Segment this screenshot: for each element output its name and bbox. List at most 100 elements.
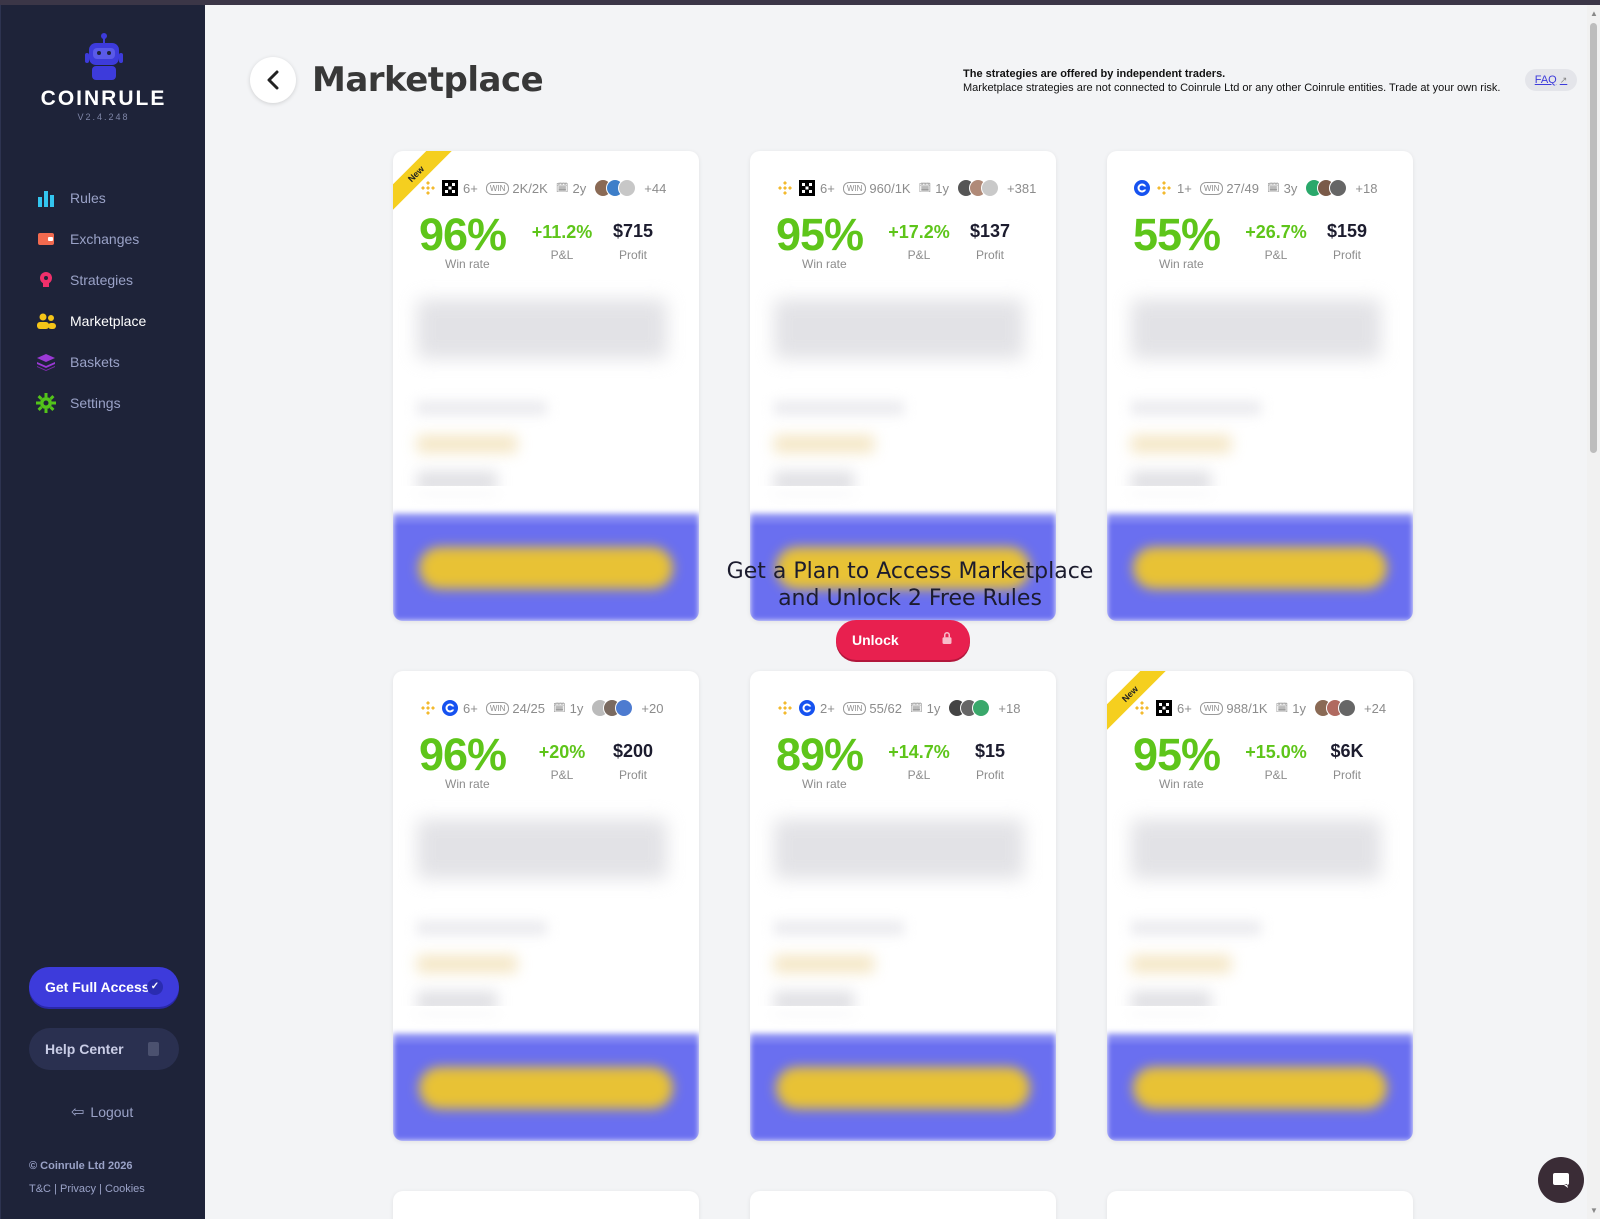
strategy-card[interactable]: 6+ WIN 24/25 🗓 1y +20 96% Win rate +20% P&L $200 Pr… <box>393 671 699 1141</box>
unlock-button[interactable]: Unlock <box>836 620 970 660</box>
strategy-card[interactable]: 6+ WIN 960/1K 🗓 1y +381 95% Win rate +17.2% P&L $1… <box>750 151 1056 621</box>
profit-label: Profit <box>1332 768 1361 782</box>
blurred-detail <box>1131 401 1261 415</box>
strategy-card-stub <box>750 1191 1056 1219</box>
logo[interactable]: COINRULE V2.4.248 <box>1 33 206 122</box>
wallet-icon <box>35 228 57 250</box>
back-button[interactable] <box>250 57 296 103</box>
follower-avatars <box>1305 179 1348 197</box>
terms-link[interactable]: T&C <box>29 1183 51 1195</box>
help-center-label: Help Center <box>45 1041 124 1057</box>
blurred-detail <box>774 401 904 415</box>
win-rate-label: Win rate <box>802 777 847 791</box>
faq-label: FAQ <box>1534 74 1557 86</box>
blurred-detail <box>417 955 517 973</box>
okx-icon <box>798 179 816 197</box>
coin-count: 6+ <box>820 180 835 196</box>
win-rate-label: Win rate <box>445 777 490 791</box>
calendar-icon: 🗓 <box>1275 702 1289 714</box>
calendar-icon: 🗓 <box>909 702 923 714</box>
sidebar-item-settings[interactable]: Settings <box>1 382 206 423</box>
card-meta: 1+ WIN 27/49 🗓 3y +18 <box>1133 179 1385 197</box>
card-fade <box>750 1006 1056 1046</box>
blurred-detail <box>417 435 517 453</box>
blurred-card-footer <box>393 1033 699 1141</box>
pnl-value: +20% <box>538 742 586 762</box>
win-rate-value: 95% <box>776 209 864 260</box>
sidebar-item-marketplace[interactable]: Marketplace <box>1 300 206 341</box>
strategy-age: 1y <box>926 700 941 716</box>
win-rate-label: Win rate <box>802 257 847 271</box>
binance-icon <box>776 179 794 197</box>
win-badge: WIN <box>842 701 867 715</box>
wins-ratio: 27/49 <box>1226 180 1259 196</box>
blurred-action-button <box>1133 547 1387 589</box>
sidebar-item-label: Strategies <box>70 271 134 288</box>
win-rate-value: 96% <box>419 729 507 780</box>
strategy-age: 1y <box>1292 700 1307 716</box>
card-meta: 6+ WIN 2K/2K 🗓 2y +44 <box>419 179 674 197</box>
binance-icon <box>1133 699 1151 717</box>
win-rate-label: Win rate <box>1159 777 1204 791</box>
card-fade <box>393 486 699 526</box>
blurred-card-footer <box>750 1033 1056 1141</box>
strategy-card-stub <box>393 1191 699 1219</box>
coinbase-icon <box>1133 179 1151 197</box>
blurred-card-footer <box>393 513 699 621</box>
profit-label: Profit <box>1332 248 1361 262</box>
unlock-label: Unlock <box>852 632 899 648</box>
bar-chart-icon <box>35 187 57 209</box>
win-rate-value: 55% <box>1133 209 1221 260</box>
blurred-action-button <box>776 1067 1030 1109</box>
disclaimer-text: Marketplace strategies are not connected… <box>963 82 1501 94</box>
avatar <box>615 699 634 717</box>
sidebar-item-baskets[interactable]: Baskets <box>1 341 206 382</box>
help-center-button[interactable]: Help Center <box>29 1028 179 1070</box>
blurred-detail <box>417 921 547 935</box>
scroll-up-icon[interactable]: ▲ <box>1590 9 1598 18</box>
brand-name: COINRULE <box>40 87 167 110</box>
scroll-down-icon[interactable]: ▼ <box>1590 1206 1598 1215</box>
binance-icon <box>1155 179 1173 197</box>
card-fade <box>1107 486 1413 526</box>
blurred-description <box>417 819 667 879</box>
okx-icon <box>441 179 459 197</box>
sidebar-item-exchanges[interactable]: Exchanges <box>1 218 206 259</box>
strategy-age: 2y <box>572 180 587 196</box>
strategy-age: 3y <box>1283 180 1298 196</box>
profit-value: $6K <box>1330 741 1364 761</box>
strategy-card[interactable]: 1+ WIN 27/49 🗓 3y +18 55% Win rate +26.7% P&L $159… <box>1107 151 1413 621</box>
binance-icon <box>419 179 437 197</box>
card-meta: 6+ WIN 24/25 🗓 1y +20 <box>419 699 671 717</box>
scrollbar-thumb[interactable] <box>1590 23 1597 453</box>
privacy-link[interactable]: Privacy <box>60 1183 96 1195</box>
follower-count: +20 <box>641 700 664 716</box>
blurred-action-button <box>419 547 673 589</box>
win-badge: WIN <box>842 181 867 195</box>
window-top-bar <box>0 0 1600 5</box>
pnl-label: P&L <box>907 248 931 262</box>
chat-button[interactable] <box>1538 1157 1584 1203</box>
faq-link[interactable]: FAQ ↗ <box>1525 69 1577 91</box>
binance-icon <box>419 699 437 717</box>
win-badge: WIN <box>1199 181 1224 195</box>
win-rate-value: 96% <box>419 209 507 260</box>
blurred-description <box>1131 299 1381 359</box>
avatar <box>972 699 991 717</box>
logout-label: Logout <box>90 1104 134 1120</box>
get-full-access-button[interactable]: Get Full Access ✓ <box>29 967 179 1007</box>
strategy-card[interactable]: New 6+ WIN 2K/2K 🗓 2y +44 96% Win rate +11.2% P&L $… <box>393 151 699 621</box>
logout-button[interactable]: ⇦ Logout <box>71 1102 133 1122</box>
lightbulb-icon <box>35 269 57 291</box>
sidebar-item-rules[interactable]: Rules <box>1 177 206 218</box>
strategy-card[interactable]: 2+ WIN 55/62 🗓 1y +18 89% Win rate +14.7% P&L $15 P… <box>750 671 1056 1141</box>
pnl-label: P&L <box>1264 768 1288 782</box>
blurred-description <box>774 819 1024 879</box>
coin-count: 1+ <box>1177 180 1192 196</box>
sidebar-item-strategies[interactable]: Strategies <box>1 259 206 300</box>
calendar-icon: 🗓 <box>1266 182 1280 194</box>
scrollbar[interactable]: ▲ ▼ <box>1587 5 1600 1219</box>
cookies-link[interactable]: Cookies <box>105 1183 145 1195</box>
strategy-card[interactable]: New 6+ WIN 988/1K 🗓 1y +24 95% Win rate +15.0% P&L… <box>1107 671 1413 1141</box>
profit-label: Profit <box>975 768 1004 782</box>
